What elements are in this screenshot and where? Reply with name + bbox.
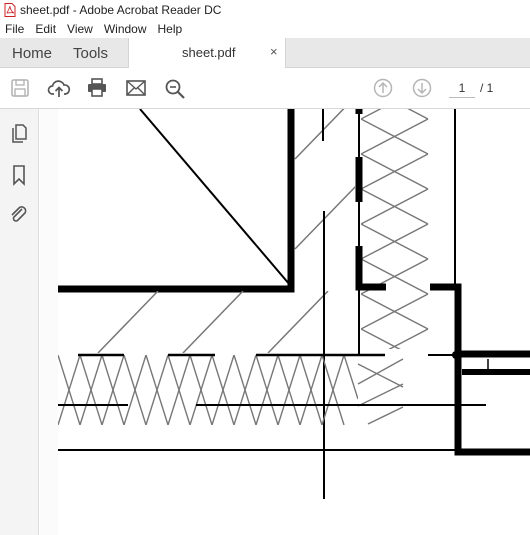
page-up-icon[interactable]: [371, 77, 395, 99]
tab-document-label: sheet.pdf: [182, 45, 236, 60]
tab-bar: Home Tools sheet.pdf ×: [0, 38, 530, 69]
page-down-icon[interactable]: [410, 77, 434, 99]
document-gutter: [40, 109, 58, 535]
page-total: / 1: [480, 81, 494, 95]
menu-bar: File Edit View Window Help: [0, 20, 530, 38]
page-number-input[interactable]: 1: [449, 78, 475, 98]
toolbar: 1 / 1: [0, 68, 530, 109]
menu-file[interactable]: File: [5, 22, 24, 36]
close-tab-icon[interactable]: ×: [270, 44, 278, 59]
upload-cloud-icon[interactable]: [47, 77, 71, 99]
print-icon[interactable]: [85, 77, 109, 99]
document-canvas[interactable]: [58, 109, 530, 535]
save-icon[interactable]: [8, 77, 32, 99]
menu-window[interactable]: Window: [104, 22, 147, 36]
menu-edit[interactable]: Edit: [35, 22, 56, 36]
zoom-out-icon[interactable]: [163, 77, 187, 99]
email-icon[interactable]: [124, 77, 148, 99]
page-thumbnails-icon[interactable]: [8, 123, 30, 145]
bookmark-icon[interactable]: [8, 164, 30, 186]
pdf-file-icon: [4, 3, 16, 17]
window-title: sheet.pdf - Adobe Acrobat Reader DC: [20, 3, 222, 17]
left-sidebar: [0, 109, 39, 535]
menu-help[interactable]: Help: [158, 22, 183, 36]
attachment-icon[interactable]: [8, 203, 30, 225]
drawing-image: [58, 109, 530, 499]
title-bar: sheet.pdf - Adobe Acrobat Reader DC: [0, 0, 530, 20]
tab-home[interactable]: Home: [12, 45, 52, 62]
tab-document[interactable]: sheet.pdf ×: [128, 38, 286, 69]
menu-view[interactable]: View: [67, 22, 93, 36]
tab-tools[interactable]: Tools: [73, 45, 108, 62]
